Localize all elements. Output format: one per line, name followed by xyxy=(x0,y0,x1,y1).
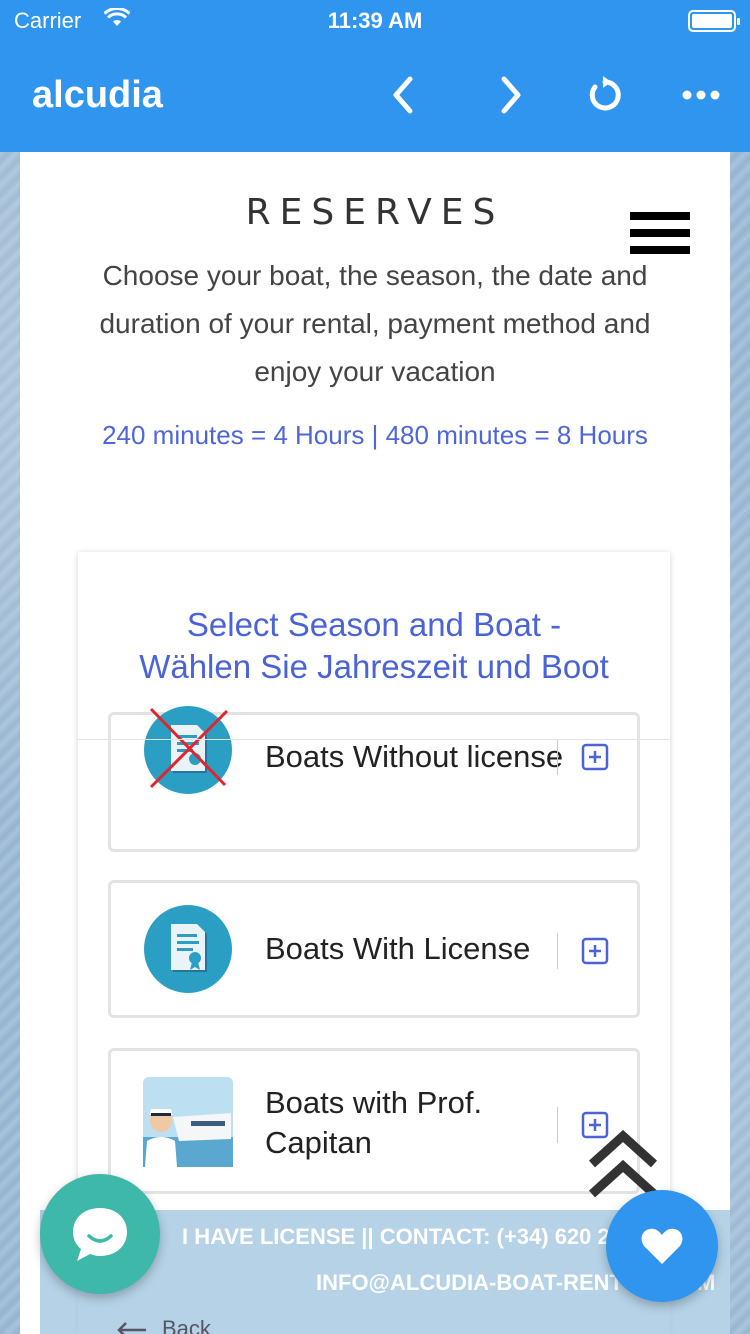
expand-plus-icon[interactable] xyxy=(581,937,609,965)
favorite-button[interactable] xyxy=(606,1190,718,1302)
more-button[interactable] xyxy=(676,70,726,120)
app-title: alcudia xyxy=(32,74,163,116)
category-boats-with-captain[interactable]: Boats with Prof. Capitan xyxy=(108,1048,640,1194)
card-header: Select Season and Boat - Wählen Sie Jahr… xyxy=(78,552,670,740)
footer-email-text: INFO@ALCUDIA-BOAT-RENT xyxy=(316,1270,624,1295)
chevron-right-icon xyxy=(501,76,521,114)
divider xyxy=(557,739,558,775)
license-icon xyxy=(144,905,232,993)
arrow-left-icon xyxy=(117,1322,146,1334)
battery-icon xyxy=(688,10,740,32)
app-bar: alcudia xyxy=(0,40,750,152)
expand-plus-icon[interactable] xyxy=(581,743,609,771)
back-link[interactable]: Back xyxy=(116,1316,211,1334)
category-label: Boats With License xyxy=(265,931,531,966)
divider xyxy=(557,933,558,969)
divider xyxy=(557,1107,558,1143)
back-button[interactable] xyxy=(378,70,428,120)
reload-icon xyxy=(589,76,621,111)
chat-bubble-icon xyxy=(73,1208,127,1261)
heart-icon xyxy=(641,1228,683,1264)
reload-button[interactable] xyxy=(580,70,630,120)
chevron-left-icon xyxy=(393,76,413,114)
captain-photo xyxy=(143,1077,233,1167)
status-bar: Carrier 11:39 AM xyxy=(0,0,750,40)
more-icon xyxy=(682,90,720,100)
card-title: Select Season and Boat - Wählen Sie Jahr… xyxy=(139,605,609,685)
page-title: RESERVES xyxy=(245,192,505,233)
duration-note: 240 minutes = 4 Hours | 480 minutes = 8 … xyxy=(102,420,648,450)
footer-contact-line[interactable]: I HAVE LICENSE || CONTACT: (+34) 620 2 xyxy=(182,1224,610,1250)
status-time: 11:39 AM xyxy=(327,8,423,33)
category-boats-with-license[interactable]: Boats With License xyxy=(108,880,640,1018)
intro-text: Choose your boat, the season, the date a… xyxy=(99,260,651,387)
category-label: Boats Without license xyxy=(265,739,564,774)
back-link-label: Back xyxy=(162,1316,211,1334)
category-label: Boats with Prof. Capitan xyxy=(265,1085,483,1160)
chat-button[interactable] xyxy=(40,1174,160,1294)
forward-button[interactable] xyxy=(486,70,536,120)
